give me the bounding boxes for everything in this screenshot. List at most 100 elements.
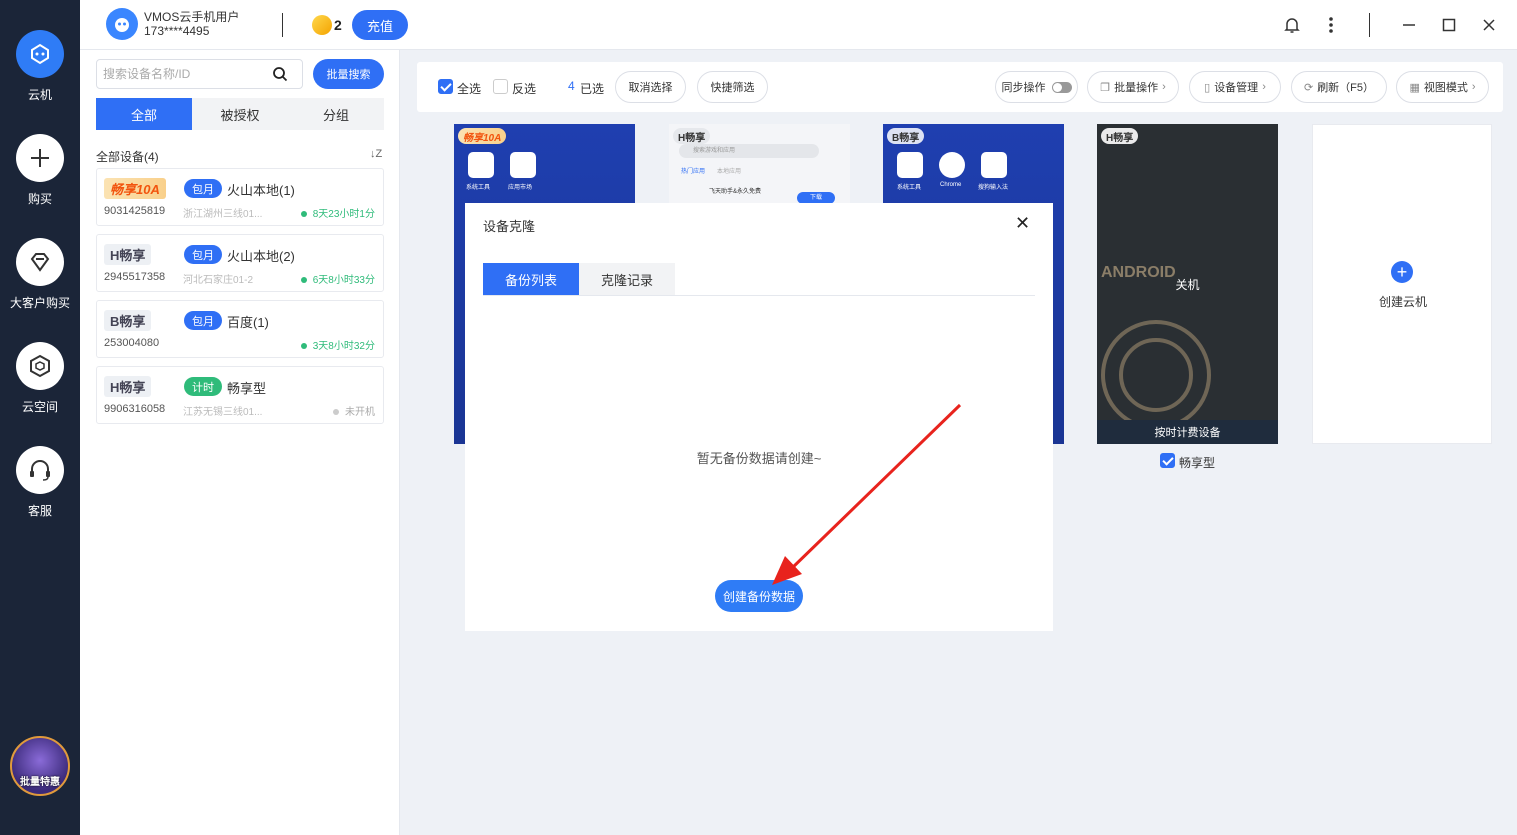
store-tab: 本地应用	[717, 169, 742, 175]
nav-item-support[interactable]: 客服	[0, 446, 80, 519]
nav-item-cloud-phone[interactable]: 云机	[0, 30, 80, 103]
store-tab: 热门应用	[681, 169, 706, 175]
headset-icon	[16, 446, 64, 494]
robot-avatar-icon	[115, 18, 129, 32]
cloud-phone-icon	[16, 30, 64, 78]
more-menu-icon[interactable]	[1320, 14, 1342, 36]
hourly-billing-label: 按时计费设备	[1097, 420, 1278, 444]
nav-label: 云机	[27, 88, 52, 102]
chevron-right-icon: ›	[1162, 81, 1166, 93]
minimize-icon[interactable]	[1398, 14, 1420, 36]
device-status: 8天23小时1分	[300, 205, 375, 220]
tab-clone-records[interactable]: 克隆记录	[579, 263, 675, 295]
divider	[282, 13, 283, 37]
wallpaper-ring	[1119, 338, 1193, 412]
user-phone: 173****4495	[144, 24, 210, 38]
quick-filter-button[interactable]: 快捷筛选	[697, 71, 768, 103]
tab-all[interactable]: 全部	[96, 98, 192, 130]
device-checkbox-label: 畅享型	[1179, 456, 1216, 470]
select-all-checkbox[interactable]	[438, 79, 453, 94]
selected-label: 已选	[580, 82, 605, 96]
device-location: 河北石家庄01-2	[183, 275, 254, 286]
device-id: 253004080	[104, 337, 160, 349]
plan-badge: 计时	[184, 377, 222, 396]
device-card[interactable]: H畅享 包月 火山本地(2) 2945517358 河北石家庄01-2 6天8小…	[96, 234, 384, 292]
refresh-button[interactable]: ⟳ 刷新（F5）	[1291, 71, 1387, 103]
coin-count: 2	[334, 17, 342, 33]
device-checkbox[interactable]	[1160, 453, 1175, 468]
status-text: 8天23小时1分	[312, 209, 375, 220]
device-name: 火山本地(1)	[227, 183, 295, 198]
device-clone-dialog: 设备克隆 ✕ 备份列表 克隆记录 暂无备份数据请创建~ 创建备份数据	[465, 203, 1053, 631]
recharge-button[interactable]: 充值	[352, 10, 408, 40]
divider	[1369, 13, 1370, 37]
plan-badge: 包月	[184, 245, 222, 264]
nav-label: 大客户购买	[9, 296, 70, 310]
plan-badge: 包月	[184, 179, 222, 198]
main-nav: 云机 购买 大客户购买 云空间 客服 批量特惠	[0, 0, 80, 835]
device-card[interactable]: 畅享10A 包月 火山本地(1) 9031425819 浙江湖州三线01... …	[96, 168, 384, 226]
promo-badge[interactable]: 批量特惠	[10, 736, 70, 796]
toggle-switch[interactable]	[1051, 81, 1072, 93]
tier-badge: 畅享10A	[104, 178, 166, 199]
device-card[interactable]: H畅享 计时 畅享型 9906316058 江苏无锡三线01... 未开机	[96, 366, 384, 424]
view-mode-button[interactable]: ▦ 视图模式 ›	[1396, 71, 1489, 103]
invert-checkbox[interactable]	[493, 79, 508, 94]
search-icon[interactable]	[272, 66, 288, 82]
cancel-select-button[interactable]: 取消选择	[615, 71, 686, 103]
create-cloud-phone-label: 创建云机	[1378, 295, 1427, 309]
device-id: 9906316058	[104, 403, 166, 415]
batch-search-button[interactable]: 批量搜索	[313, 59, 384, 89]
device-card[interactable]: B畅享 包月 百度(1) 253004080 3天8小时32分	[96, 300, 384, 358]
close-icon[interactable]: ✕	[1015, 213, 1030, 234]
batch-op-button[interactable]: ❐ 批量操作 ›	[1087, 71, 1179, 103]
plan-badge: 包月	[184, 311, 222, 330]
maximize-icon[interactable]	[1438, 14, 1460, 36]
nav-label: 云空间	[21, 400, 58, 414]
app-icon	[510, 152, 536, 178]
status-text: 3天8小时32分	[312, 341, 375, 352]
invert-label[interactable]: 反选	[512, 80, 536, 97]
coin-icon	[312, 15, 332, 35]
sync-op-toggle[interactable]: 同步操作	[995, 71, 1078, 103]
device-manage-button[interactable]: ▯ 设备管理 ›	[1189, 71, 1281, 103]
status-dot	[300, 211, 307, 218]
tab-authorized[interactable]: 被授权	[192, 98, 288, 130]
tab-group[interactable]: 分组	[288, 98, 384, 130]
nav-item-cloud-space[interactable]: 云空间	[0, 342, 80, 415]
device-name: 火山本地(2)	[227, 249, 295, 264]
sync-op-label: 同步操作	[1001, 82, 1046, 94]
store-app-name: 飞天助手&永久免费	[709, 189, 762, 195]
sort-icon[interactable]: ↓Z	[370, 148, 382, 160]
app-label: 系统工具	[897, 185, 922, 191]
app-label: 应用市场	[508, 185, 533, 191]
user-name: VMOS云手机用户	[144, 10, 240, 24]
device-screen-off[interactable]: H畅享 ANDROID 关机 按时计费设备	[1097, 124, 1278, 444]
device-toolbar: 全选 反选 4 已选 取消选择 快捷筛选 同步操作 ❐ 批量操作 › ▯ 设备管理 › …	[417, 62, 1503, 112]
close-icon[interactable]	[1478, 14, 1500, 36]
tab-backup-list[interactable]: 备份列表	[483, 263, 579, 295]
nav-label: 购买	[27, 192, 52, 206]
phone-icon: ▯	[1204, 81, 1211, 94]
create-cloud-phone-card[interactable]: + 创建云机	[1312, 124, 1492, 444]
device-filter-tabs: 全部 被授权 分组	[96, 98, 384, 130]
device-location: 江苏无锡三线01...	[183, 407, 263, 418]
nav-item-buy[interactable]: 购买	[0, 134, 80, 207]
status-dot	[333, 409, 339, 416]
plus-icon: +	[1391, 261, 1413, 283]
device-name: 畅享型	[227, 381, 267, 396]
status-dot	[300, 343, 307, 350]
tier-badge: H畅享	[104, 376, 152, 397]
app-label: 搜狗输入法	[978, 185, 1009, 191]
bell-icon[interactable]	[1281, 14, 1303, 36]
app-icon	[897, 152, 923, 178]
avatar[interactable]	[106, 8, 138, 40]
create-backup-button[interactable]: 创建备份数据	[715, 580, 803, 612]
tier-badge: B畅享	[887, 128, 925, 144]
copy-icon: ❐	[1100, 81, 1111, 94]
app-label: 系统工具	[466, 185, 491, 191]
device-name: 百度(1)	[227, 315, 269, 330]
status-text: 6天8小时33分	[312, 275, 375, 286]
nav-item-enterprise-buy[interactable]: 大客户购买	[0, 238, 80, 311]
select-all-label[interactable]: 全选	[457, 80, 481, 97]
